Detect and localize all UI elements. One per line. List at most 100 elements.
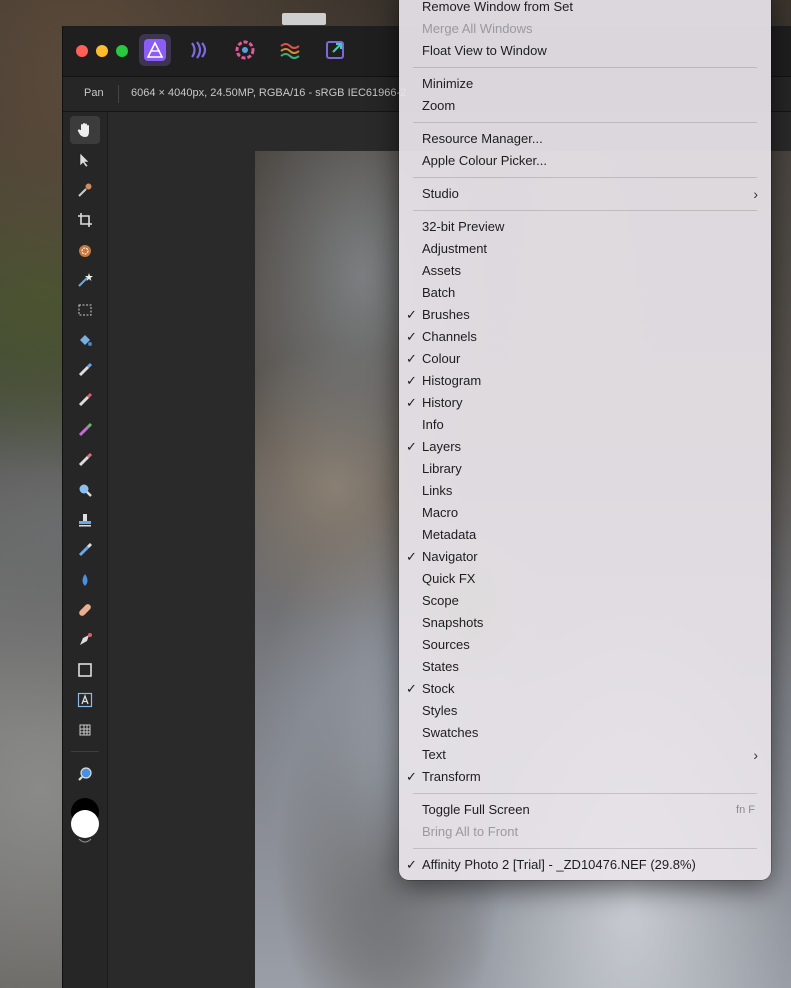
menu-item-scope[interactable]: Scope (399, 590, 771, 612)
menu-item-label: Transform (422, 769, 481, 784)
menu-item-minimize[interactable]: Minimize (399, 73, 771, 95)
primary-color-swatch[interactable] (71, 810, 99, 838)
menu-item-label: Text (422, 747, 446, 762)
close-window-button[interactable] (76, 45, 88, 57)
menu-item-32-bit-preview[interactable]: 32-bit Preview (399, 216, 771, 238)
healing-brush-icon[interactable] (70, 596, 100, 624)
smudge-brush-icon[interactable] (70, 536, 100, 564)
menu-item-states[interactable]: States (399, 656, 771, 678)
menu-item-label: Scope (422, 593, 459, 608)
pen-tool-icon[interactable] (70, 626, 100, 654)
menu-item-adjustment[interactable]: Adjustment (399, 238, 771, 260)
menu-item-transform[interactable]: ✓ Transform (399, 766, 771, 788)
menu-item-label: States (422, 659, 459, 674)
erase-brush-icon[interactable] (70, 386, 100, 414)
menu-item-snapshots[interactable]: Snapshots (399, 612, 771, 634)
menu-item-studio[interactable]: Studio › (399, 183, 771, 205)
liquify-persona-icon[interactable] (184, 34, 216, 66)
menu-item-colour[interactable]: ✓ Colour (399, 348, 771, 370)
rectangle-tool-icon[interactable] (70, 656, 100, 684)
menu-item-float-view-to-window[interactable]: Float View to Window (399, 40, 771, 62)
menu-item-label: Stock (422, 681, 455, 696)
menu-item-styles[interactable]: Styles (399, 700, 771, 722)
paint-brush-icon[interactable] (70, 356, 100, 384)
sharpen-icon[interactable] (70, 566, 100, 594)
export-persona-icon[interactable] (319, 34, 351, 66)
menu-separator (413, 793, 757, 794)
menu-item-history[interactable]: ✓ History (399, 392, 771, 414)
menu-item-swatches[interactable]: Swatches (399, 722, 771, 744)
menu-item-brushes[interactable]: ✓ Brushes (399, 304, 771, 326)
menu-item-channels[interactable]: ✓ Channels (399, 326, 771, 348)
menu-item-label: Channels (422, 329, 477, 344)
menu-item-sources[interactable]: Sources (399, 634, 771, 656)
menu-item-label: Brushes (422, 307, 470, 322)
menu-separator (413, 848, 757, 849)
menu-item-label: Batch (422, 285, 456, 300)
zoom-tool-icon[interactable] (70, 760, 100, 788)
move-tool-icon[interactable] (70, 146, 100, 174)
checkmark-icon: ✓ (406, 373, 417, 388)
menu-item-label: Bring All to Front (422, 824, 519, 839)
develop-persona-icon[interactable] (229, 34, 261, 66)
menu-item-label: Toggle Full Screen (422, 802, 530, 817)
flood-select-icon[interactable] (70, 266, 100, 294)
dodge-brush-icon[interactable] (70, 416, 100, 444)
menu-separator (413, 122, 757, 123)
swap-colors-icon[interactable] (77, 837, 93, 845)
menu-item-label: Remove Window from Set (422, 0, 573, 14)
menu-item-label: Merge All Windows (422, 21, 533, 36)
background-label-patch (282, 13, 326, 25)
menu-item-layers[interactable]: ✓ Layers (399, 436, 771, 458)
hand-tool-icon[interactable] (70, 116, 100, 144)
checkmark-icon: ✓ (406, 329, 417, 344)
current-tool-label: Pan (84, 87, 104, 99)
menu-item-batch[interactable]: Batch (399, 282, 771, 304)
menu-item-histogram[interactable]: ✓ Histogram (399, 370, 771, 392)
menu-item-quick-fx[interactable]: Quick FX (399, 568, 771, 590)
menu-item-shortcut: fn F (736, 804, 755, 816)
photo-persona-icon[interactable] (139, 34, 171, 66)
menu-item-apple-colour-picker[interactable]: Apple Colour Picker... (399, 150, 771, 172)
menu-item-assets[interactable]: Assets (399, 260, 771, 282)
menu-item-remove-window-from-set[interactable]: Remove Window from Set (399, 0, 771, 18)
blur-tool-icon[interactable] (70, 476, 100, 504)
menu-item-label: Quick FX (422, 571, 476, 586)
menu-item-macro[interactable]: Macro (399, 502, 771, 524)
menu-item-metadata[interactable]: Metadata (399, 524, 771, 546)
menu-item-toggle-full-screen[interactable]: Toggle Full Screen fn F (399, 799, 771, 821)
menu-separator (413, 210, 757, 211)
menu-item-stock[interactable]: ✓ Stock (399, 678, 771, 700)
menu-item-label: Links (422, 483, 453, 498)
menu-item-zoom[interactable]: Zoom (399, 95, 771, 117)
menu-item-text[interactable]: Text › (399, 744, 771, 766)
menu-item-label: Colour (422, 351, 461, 366)
menu-item-label: Assets (422, 263, 462, 278)
menu-item-label: History (422, 395, 463, 410)
flood-fill-icon[interactable] (70, 326, 100, 354)
mesh-warp-icon[interactable] (70, 716, 100, 744)
fullscreen-window-button[interactable] (116, 45, 128, 57)
menu-item-label: Float View to Window (422, 43, 547, 58)
menu-item-label: 32-bit Preview (422, 219, 505, 234)
tone-mapping-persona-icon[interactable] (274, 34, 306, 66)
minimize-window-button[interactable] (96, 45, 108, 57)
crop-tool-icon[interactable] (70, 206, 100, 234)
clone-stamp-icon[interactable] (70, 506, 100, 534)
marquee-tool-icon[interactable] (70, 296, 100, 324)
menu-item-links[interactable]: Links (399, 480, 771, 502)
menu-item-navigator[interactable]: ✓ Navigator (399, 546, 771, 568)
menu-item-label: Histogram (422, 373, 482, 388)
color-picker-icon[interactable] (70, 176, 100, 204)
checkmark-icon: ✓ (406, 307, 417, 322)
selection-brush-icon[interactable] (70, 236, 100, 264)
burn-brush-icon[interactable] (70, 446, 100, 474)
menu-item-info[interactable]: Info (399, 414, 771, 436)
menu-item-label: Affinity Photo 2 [Trial] - _ZD10476.NEF … (422, 857, 696, 872)
menu-item-resource-manager[interactable]: Resource Manager... (399, 128, 771, 150)
text-tool-icon[interactable] (70, 686, 100, 714)
menu-item-merge-all-windows: Merge All Windows (399, 18, 771, 40)
menu-item-affinity-photo-2-trial-zd10476-nef-29-8[interactable]: ✓ Affinity Photo 2 [Trial] - _ZD10476.NEF… (399, 854, 771, 876)
menu-item-library[interactable]: Library (399, 458, 771, 480)
submenu-chevron-icon: › (753, 186, 758, 202)
